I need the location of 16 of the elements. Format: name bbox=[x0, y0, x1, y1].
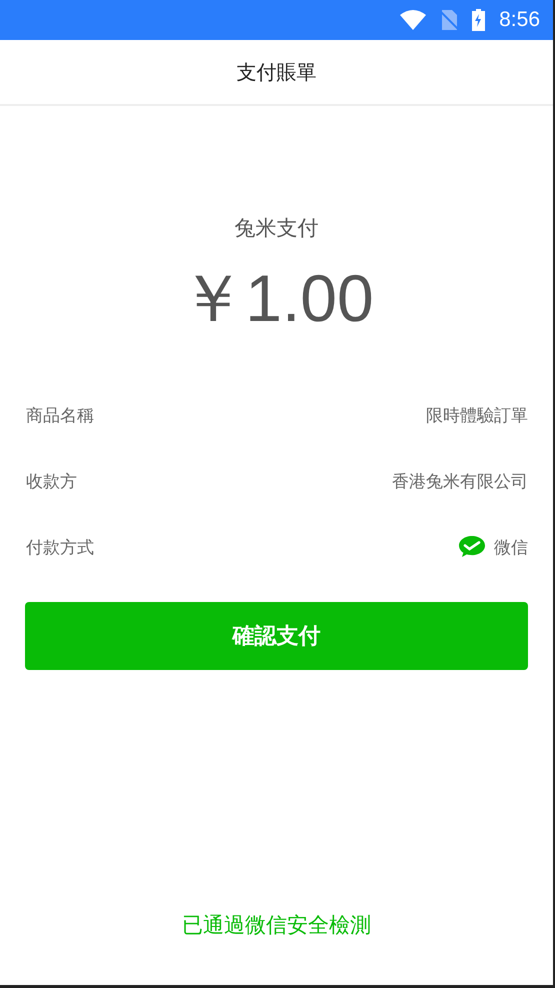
battery-charging-icon bbox=[472, 9, 486, 31]
detail-label: 商品名稱 bbox=[26, 404, 94, 426]
payment-amount: ￥1.00 bbox=[179, 261, 374, 335]
detail-label: 付款方式 bbox=[26, 536, 94, 558]
status-time: 8:56 bbox=[499, 8, 540, 32]
detail-value: 微信 bbox=[494, 536, 528, 558]
detail-value: 香港兔米有限公司 bbox=[392, 470, 528, 492]
detail-label: 收款方 bbox=[26, 470, 77, 492]
wifi-icon bbox=[400, 10, 426, 30]
chat-check-icon bbox=[458, 535, 486, 559]
merchant-name: 兔米支付 bbox=[234, 216, 318, 240]
security-notice: 已通過微信安全檢測 bbox=[182, 913, 371, 937]
detail-value: 限時體驗訂單 bbox=[426, 404, 528, 426]
confirm-payment-button[interactable]: 確認支付 bbox=[25, 602, 528, 670]
page-title: 支付賬單 bbox=[236, 58, 316, 86]
no-sim-icon bbox=[440, 10, 458, 30]
